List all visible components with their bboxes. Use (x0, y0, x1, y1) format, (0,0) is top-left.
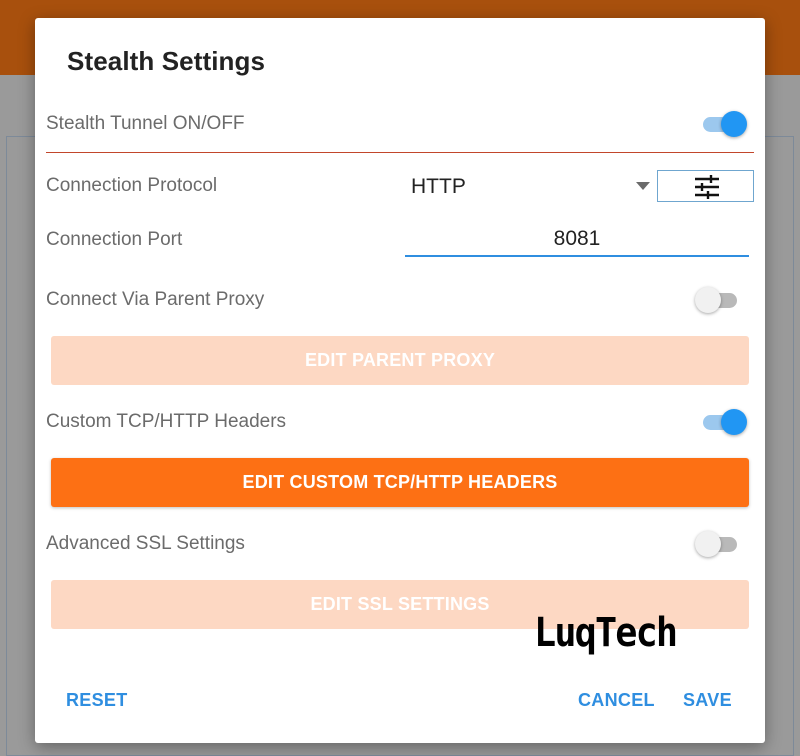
connection-port-input[interactable] (405, 223, 749, 257)
edit-custom-headers-button[interactable]: EDIT CUSTOM TCP/HTTP HEADERS (51, 458, 749, 507)
divider (46, 152, 754, 153)
connection-port-label: Connection Port (46, 229, 183, 250)
ssl-settings-label: Advanced SSL Settings (46, 533, 245, 554)
stealth-settings-dialog: Stealth Settings Stealth Tunnel ON/OFF C… (35, 18, 765, 743)
connection-protocol-label: Connection Protocol (46, 175, 218, 196)
toggle-knob (695, 287, 721, 313)
protocol-select[interactable]: HTTP (411, 175, 466, 199)
toggle-knob (695, 531, 721, 557)
parent-proxy-toggle[interactable] (695, 285, 739, 315)
toggle-knob (721, 409, 747, 435)
watermark-text: LuqTech (534, 610, 678, 656)
dialog-title: Stealth Settings (67, 46, 266, 76)
sliders-icon (695, 175, 719, 199)
custom-headers-label: Custom TCP/HTTP Headers (46, 411, 287, 432)
ssl-settings-toggle[interactable] (695, 529, 739, 559)
stealth-tunnel-label: Stealth Tunnel ON/OFF (46, 113, 245, 134)
reset-button[interactable]: RESET (66, 690, 128, 711)
dropdown-arrow-icon[interactable] (636, 182, 650, 190)
cancel-button[interactable]: CANCEL (578, 690, 655, 711)
stealth-tunnel-toggle[interactable] (701, 109, 747, 139)
save-button[interactable]: SAVE (683, 690, 732, 711)
protocol-settings-button[interactable] (657, 170, 754, 202)
parent-proxy-label: Connect Via Parent Proxy (46, 289, 265, 310)
toggle-knob (721, 111, 747, 137)
edit-parent-proxy-button[interactable]: EDIT PARENT PROXY (51, 336, 749, 385)
custom-headers-toggle[interactable] (701, 407, 747, 437)
